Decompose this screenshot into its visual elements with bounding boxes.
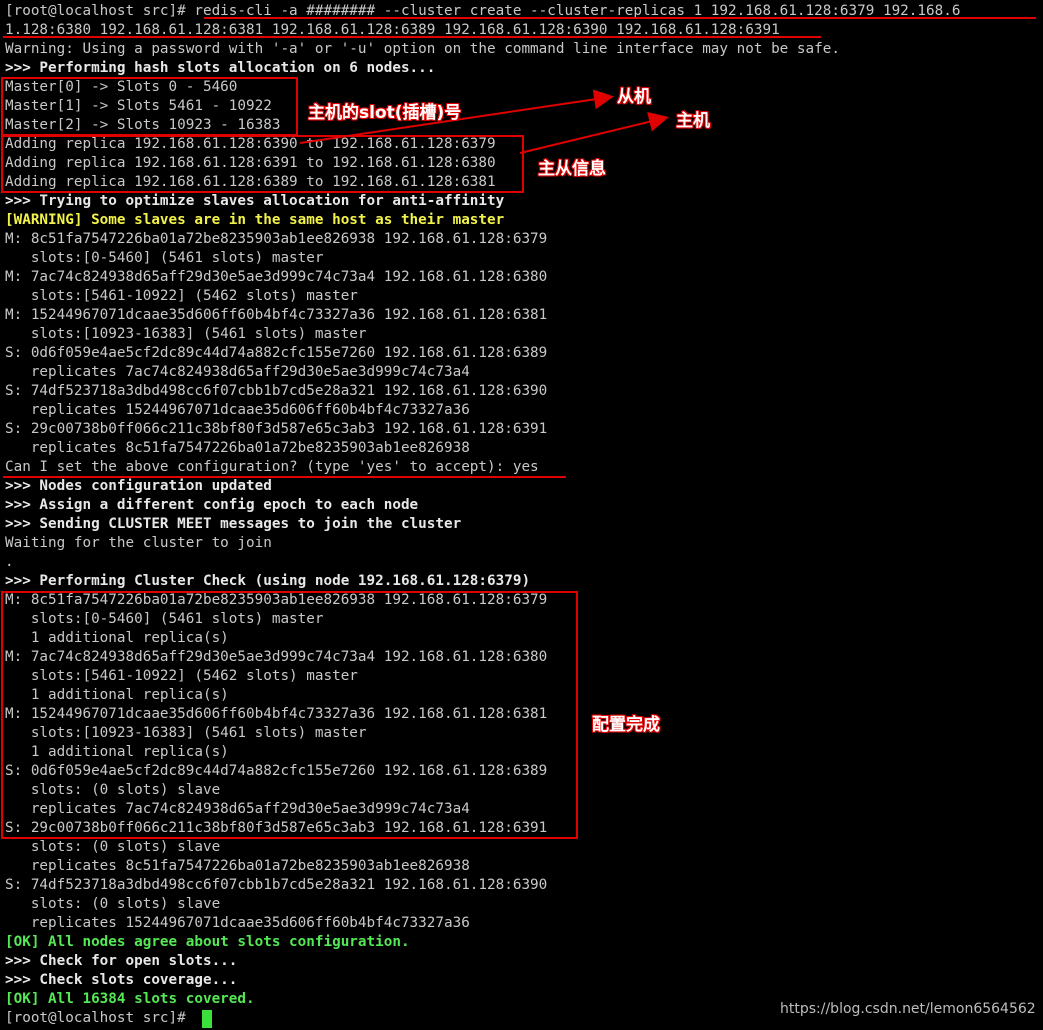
arrow-to-master bbox=[519, 112, 669, 154]
annotation-master-slave-info: 主从信息 bbox=[538, 159, 606, 179]
annotation-slot-label: 主机的slot(插槽)号 bbox=[308, 103, 462, 123]
annotation-config-done: 配置完成 bbox=[592, 715, 660, 735]
watermark: https://blog.csdn.net/lemon6564562 bbox=[780, 1001, 1036, 1017]
annotation-master-label: 主机 bbox=[676, 111, 710, 131]
annotation-arrows bbox=[299, 89, 669, 154]
annotation-slave-label: 从机 bbox=[617, 87, 651, 107]
